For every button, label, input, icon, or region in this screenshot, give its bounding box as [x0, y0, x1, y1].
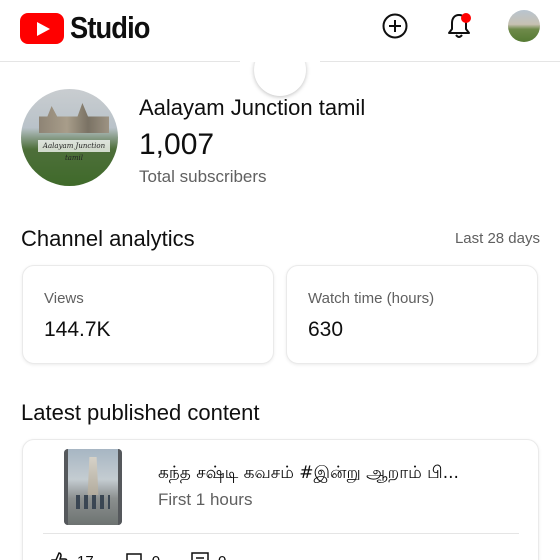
likes-count: 17	[77, 553, 94, 560]
notification-badge	[461, 13, 471, 23]
watch-time-card[interactable]: Watch time (hours) 630	[286, 265, 538, 364]
create-icon	[382, 13, 408, 39]
thumbnail-edge-right	[118, 449, 122, 525]
analytics-title: Channel analytics	[21, 226, 195, 251]
comment-icon	[125, 553, 142, 560]
subscriber-count: 1,007	[139, 128, 215, 161]
views-label: Views	[44, 290, 84, 307]
temple-image	[39, 103, 109, 133]
views-card[interactable]: Views 144.7K	[22, 265, 274, 364]
likes-stat: 17	[49, 551, 94, 560]
views-stat: 0	[190, 551, 226, 560]
watch-time-label: Watch time (hours)	[308, 290, 435, 307]
video-title[interactable]: கந்த சஷ்டி கவசம் #இன்று ஆறாம் பி...	[158, 463, 528, 485]
channel-name: Aalayam Junction tamil	[139, 95, 366, 120]
views-value: 144.7K	[44, 318, 111, 341]
account-avatar[interactable]	[508, 10, 540, 42]
spinner-mask	[240, 30, 320, 62]
gopuram-shape	[87, 457, 99, 495]
divider	[43, 533, 519, 534]
youtube-play-icon	[20, 12, 64, 44]
latest-video-card[interactable]: கந்த சஷ்டி கவசம் #இன்று ஆறாம் பி... Firs…	[22, 439, 539, 560]
thumbnail-edge-left	[64, 449, 68, 525]
comments-count: 0	[152, 553, 160, 560]
channel-avatar[interactable]: Aalayam Junction tamil	[21, 89, 118, 186]
like-icon	[51, 552, 68, 560]
video-stats: 17 0 0	[49, 551, 256, 560]
comments-stat: 0	[124, 551, 160, 560]
create-button[interactable]	[380, 11, 410, 41]
views-count: 0	[218, 553, 226, 560]
crowd-shape	[76, 495, 110, 509]
logo-text: Studio	[70, 10, 150, 45]
views-icon	[191, 552, 209, 560]
latest-content-title: Latest published content	[21, 400, 260, 425]
notifications-button[interactable]	[444, 11, 474, 41]
video-time-label: First 1 hours	[158, 490, 253, 509]
watch-time-value: 630	[308, 318, 344, 341]
avatar-watermark: Aalayam Junction tamil	[38, 140, 110, 162]
video-thumbnail[interactable]	[64, 449, 122, 525]
subscriber-label: Total subscribers	[139, 167, 267, 186]
analytics-period: Last 28 days	[454, 230, 540, 247]
youtube-studio-logo[interactable]: Studio	[20, 10, 160, 46]
